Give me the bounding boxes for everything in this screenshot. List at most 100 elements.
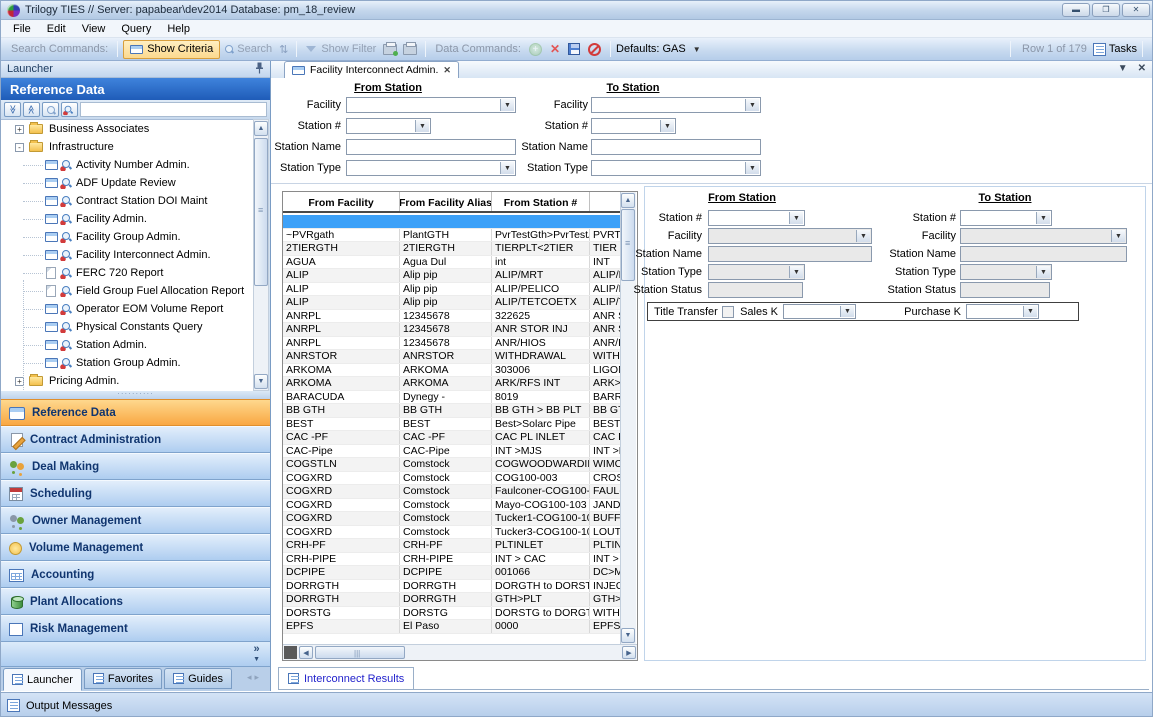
from-facility-combo[interactable]: ▼: [346, 97, 516, 113]
grid-horizontal-scrollbar[interactable]: ◀ ▶: [283, 644, 637, 660]
menu-file[interactable]: File: [5, 22, 39, 36]
sidebar-nav-contract-administration[interactable]: Contract Administration: [1, 426, 270, 453]
table-row[interactable]: CAC -PFCAC -PFCAC PL INLETCAC P: [283, 431, 620, 445]
tree-item-contract-station-doi-maint[interactable]: Contract Station DOI Maint: [1, 192, 253, 210]
table-row[interactable]: ALIPAlip pipALIP/MRTALIP/M: [283, 269, 620, 283]
table-row[interactable]: EPFSEl Paso0000EPFS/: [283, 620, 620, 634]
tree-item-physical-constants-query[interactable]: Physical Constants Query: [1, 318, 253, 336]
tasks-button[interactable]: Tasks: [1109, 43, 1137, 55]
sidebar-nav-reference-data[interactable]: Reference Data: [1, 399, 270, 426]
table-row[interactable]: COGXRDComstockTucker1-COG100-103BUFF(: [283, 512, 620, 526]
tree-item-facility-group-admin[interactable]: Facility Group Admin.: [1, 228, 253, 246]
chevron-down-icon[interactable]: ▼: [415, 120, 429, 132]
search-tree-button[interactable]: [42, 102, 59, 117]
tabstrip-close-icon[interactable]: ✕: [1138, 63, 1146, 74]
scroll-down-icon[interactable]: ▼: [254, 374, 268, 389]
chevron-down-icon[interactable]: ▼: [500, 162, 514, 174]
delete-record-icon[interactable]: ✕: [550, 42, 560, 56]
tab-scroll-arrows[interactable]: ◂▸: [247, 668, 268, 683]
sidebar-tab-guides[interactable]: Guides: [164, 668, 232, 689]
table-row[interactable]: DORSTGDORSTGDORSTG to DORGTHWITHD: [283, 607, 620, 621]
scroll-up-icon[interactable]: ▲: [621, 193, 635, 208]
sort-icon[interactable]: ⇅: [279, 43, 288, 56]
output-messages-bar[interactable]: Output Messages: [1, 692, 1153, 717]
scroll-up-icon[interactable]: ▲: [254, 121, 268, 136]
table-row[interactable]: DORRGTHDORRGTHDORGTH to DORSTGINJEC: [283, 580, 620, 594]
table-row[interactable]: ANRPL12345678ANR STOR INJANR S: [283, 323, 620, 337]
grid-vertical-scrollbar[interactable]: ▲ ▼: [620, 192, 636, 644]
table-row[interactable]: DORRGTHDORRGTHGTH>PLTGTH>: [283, 593, 620, 607]
close-button[interactable]: ✕: [1122, 3, 1150, 17]
tab-facility-interconnect-admin[interactable]: Facility Interconnect Admin. ✕: [284, 61, 459, 78]
nav-overflow-area[interactable]: »▼: [1, 642, 270, 667]
tree-item-field-group-fuel-allocation-report[interactable]: Field Group Fuel Allocation Report: [1, 282, 253, 300]
tree-item-station-group-admin[interactable]: Station Group Admin.: [1, 354, 253, 372]
tab-close-icon[interactable]: ✕: [443, 65, 451, 76]
chevron-down-icon[interactable]: ▼: [745, 99, 759, 111]
tree-item-business-associates[interactable]: +Business Associates: [1, 120, 253, 138]
scroll-right-icon[interactable]: ▶: [622, 646, 636, 659]
table-row[interactable]: BARACUDADynegy -8019BARR: [283, 391, 620, 405]
pin-icon[interactable]: [255, 62, 264, 77]
chevron-down-icon[interactable]: ▼: [1023, 306, 1037, 317]
to-station-name-input[interactable]: [591, 139, 761, 155]
scrollbar-thumb[interactable]: [254, 138, 268, 286]
tree-item-facility-admin[interactable]: Facility Admin.: [1, 210, 253, 228]
table-row[interactable]: BB GTHBB GTHBB GTH > BB PLTBB GT: [283, 404, 620, 418]
table-row[interactable]: COGSTLNComstockCOGWOODWARDINTWIMC: [283, 458, 620, 472]
chevron-down-icon[interactable]: ▼: [660, 120, 674, 132]
minimize-button[interactable]: ▬: [1062, 3, 1090, 17]
panel-splitter[interactable]: ··········: [1, 391, 270, 399]
from-station-name-input[interactable]: [346, 139, 516, 155]
search-button[interactable]: Search: [224, 43, 272, 55]
overflow-chevron-icon[interactable]: »▼: [253, 645, 260, 664]
table-row[interactable]: [283, 215, 620, 229]
table-row[interactable]: 2TIERGTH2TIERGTHTIERPLT<2TIERTIER R: [283, 242, 620, 256]
table-row[interactable]: ALIPAlip pipALIP/PELICOALIP/P: [283, 283, 620, 297]
add-record-icon[interactable]: +: [529, 43, 542, 56]
table-row[interactable]: AGUAAgua DulintINT: [283, 256, 620, 270]
tree-filter-input[interactable]: [80, 102, 267, 117]
grid-column-header-from-facility-alias[interactable]: From Facility Alias: [400, 192, 492, 211]
table-row[interactable]: ANRSTORANRSTORWITHDRAWALWITHD: [283, 350, 620, 364]
scroll-left-icon[interactable]: ◀: [299, 646, 313, 659]
sidebar-nav-plant-allocations[interactable]: Plant Allocations: [1, 588, 270, 615]
table-row[interactable]: COGXRDComstockMayo-COG100-103JAND: [283, 499, 620, 513]
table-row[interactable]: COGXRDComstockTucker3-COG100-103LOUT: [283, 526, 620, 540]
chevron-down-icon[interactable]: ▼: [840, 306, 854, 317]
grid-column-header-from-station[interactable]: From Station #: [492, 192, 590, 211]
table-row[interactable]: CAC-PipeCAC-PipeINT >MJSINT >M: [283, 445, 620, 459]
sidebar-nav-scheduling[interactable]: Scheduling: [1, 480, 270, 507]
tab-interconnect-results[interactable]: Interconnect Results: [278, 667, 414, 690]
scrollbar-thumb[interactable]: [315, 646, 405, 659]
menu-view[interactable]: View: [74, 22, 114, 36]
tree-item-station-admin[interactable]: Station Admin.: [1, 336, 253, 354]
sidebar-nav-risk-management[interactable]: Risk Management: [1, 615, 270, 642]
table-row[interactable]: ~PVRgathPlantGTHPvrTestGth>PvrTestAlPVRT: [283, 229, 620, 243]
purchase-k-combo[interactable]: ▼: [966, 304, 1039, 319]
table-row[interactable]: CRH-PFCRH-PFPLTINLETPLTINL: [283, 539, 620, 553]
sidebar-nav-owner-management[interactable]: Owner Management: [1, 507, 270, 534]
to-station-number-combo[interactable]: ▼: [591, 118, 676, 134]
sidebar-tab-launcher[interactable]: Launcher: [3, 668, 82, 691]
collapse-all-button[interactable]: ≫: [23, 102, 40, 117]
save-icon[interactable]: [568, 43, 580, 55]
tab-list-dropdown-icon[interactable]: ▼: [1118, 63, 1128, 74]
print-icon[interactable]: [403, 44, 417, 55]
table-row[interactable]: ALIPAlip pipALIP/TETCOETXALIP/T: [283, 296, 620, 310]
restore-button[interactable]: ❐: [1092, 3, 1120, 17]
menu-help[interactable]: Help: [159, 22, 198, 36]
chevron-down-icon[interactable]: ▼: [789, 212, 803, 224]
scroll-down-icon[interactable]: ▼: [621, 628, 635, 643]
tree-item-operator-eom-volume-report[interactable]: Operator EOM Volume Report: [1, 300, 253, 318]
table-row[interactable]: CRH-PIPECRH-PIPEINT > CACINT > (: [283, 553, 620, 567]
chevron-down-icon[interactable]: ▼: [745, 162, 759, 174]
to-facility-combo[interactable]: ▼: [591, 97, 761, 113]
grid-column-header-from-facility[interactable]: From Facility: [283, 192, 400, 211]
menu-edit[interactable]: Edit: [39, 22, 74, 36]
table-row[interactable]: ANRPL12345678ANR/HIOSANR/H: [283, 337, 620, 351]
to-station-type-combo[interactable]: ▼: [591, 160, 761, 176]
chevron-down-icon[interactable]: ▼: [500, 99, 514, 111]
expand-all-button[interactable]: ≫: [4, 102, 21, 117]
sidebar-nav-accounting[interactable]: Accounting: [1, 561, 270, 588]
